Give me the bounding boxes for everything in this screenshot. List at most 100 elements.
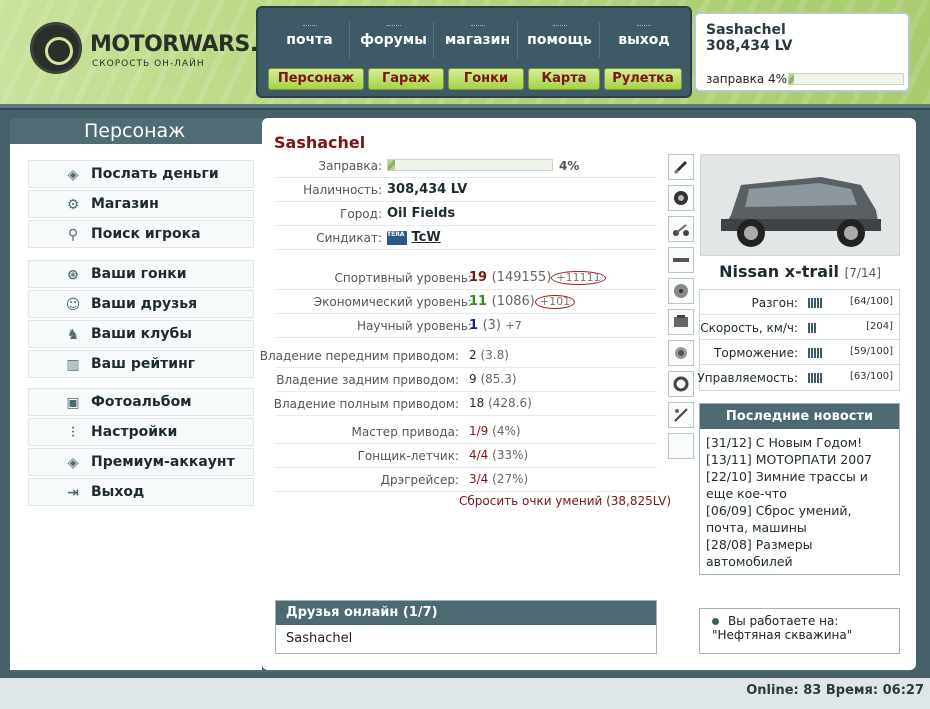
news-item[interactable]: [06/09] Сброс умений, почта, машины bbox=[700, 502, 899, 536]
exhaust-icon[interactable] bbox=[668, 247, 694, 273]
turbo-icon[interactable] bbox=[668, 340, 694, 366]
nav-map-button[interactable]: Карта bbox=[528, 68, 600, 90]
money-icon: ◈ bbox=[67, 167, 79, 183]
main-nav: почта форумы магазин помощь выход Персон… bbox=[256, 6, 692, 98]
clubs-icon: ♞ bbox=[66, 327, 80, 343]
electronics-icon[interactable] bbox=[668, 402, 694, 428]
user-fuel-label: заправка 4% bbox=[706, 72, 788, 86]
menu-send-money[interactable]: ◈ Послать деньги bbox=[28, 160, 254, 188]
nav-help[interactable]: помощь bbox=[520, 22, 600, 58]
user-name[interactable]: Sashachel bbox=[706, 22, 898, 38]
car-count: [7/14] bbox=[844, 266, 881, 280]
car-parts-column bbox=[668, 154, 694, 464]
fuel-bar bbox=[387, 159, 553, 171]
stat-level-bar bbox=[808, 347, 823, 358]
level-row-economy: Экономический уровень: 11 (1086) +101 bbox=[275, 290, 657, 314]
syndicate-badge: TERA WIN bbox=[387, 230, 420, 245]
fuel-percent: 4% bbox=[559, 159, 580, 173]
search-icon: ⚲ bbox=[67, 227, 79, 243]
nav-races-button[interactable]: Гонки bbox=[448, 68, 524, 90]
mastery-row-drag: Дрэгрейсер: 3/4 (27%) bbox=[275, 468, 657, 492]
friends-online-panel: Друзья онлайн (1/7) Sashachel bbox=[275, 600, 657, 654]
nav-forums[interactable]: форумы bbox=[354, 22, 434, 58]
news-title: Последние новости bbox=[700, 404, 899, 429]
camera-icon: ▣ bbox=[66, 395, 80, 411]
news-item[interactable]: [31/12] С Новым Годом! bbox=[700, 434, 899, 451]
menu-settings[interactable]: ⫶ Настройки bbox=[28, 418, 254, 446]
tire-icon[interactable] bbox=[668, 185, 694, 211]
user-fuel-bar bbox=[788, 73, 904, 85]
level-value: 11 bbox=[469, 294, 488, 309]
menu-group-account: ▣ Фотоальбом ⫶ Настройки ◈ Премиум-аккаунт … bbox=[28, 388, 254, 508]
level-row-science: Научный уровень: 1 (3) +7 bbox=[275, 314, 657, 338]
premium-icon: ◈ bbox=[67, 455, 79, 471]
car-stat-row: Разгон: [64/100] bbox=[700, 290, 899, 315]
level-bonus[interactable]: +101 bbox=[534, 295, 576, 309]
nav-roulette-button[interactable]: Рулетка bbox=[604, 68, 682, 90]
logo-tagline: СКОРОСТЬ ОН-ЛАЙН bbox=[92, 59, 205, 69]
drive-row-awd: Владение полным приводом: 18 (428.6) bbox=[274, 392, 657, 416]
brake-disc-icon[interactable] bbox=[668, 278, 694, 304]
menu-your-races[interactable]: ⊛ Ваши гонки bbox=[28, 260, 254, 288]
gearbox-icon[interactable] bbox=[668, 371, 694, 397]
profile-name: Sashachel bbox=[274, 133, 366, 152]
nav-mail[interactable]: почта bbox=[270, 22, 350, 58]
shock-absorber-icon[interactable] bbox=[668, 154, 694, 180]
city-value: Oil Fields bbox=[387, 206, 456, 221]
level-value: 1 bbox=[469, 318, 479, 333]
car-stats: Разгон: [64/100] Скорость, км/ч: [204] Т… bbox=[697, 289, 900, 391]
menu-your-rating[interactable]: ▥ Ваш рейтинг bbox=[28, 350, 254, 378]
menu-shop[interactable]: ⚙ Магазин bbox=[28, 190, 254, 218]
drive-row-front: Владение передним приводом: 2 (3.8) bbox=[260, 344, 657, 368]
syndicate-label: Синдикат: bbox=[316, 231, 382, 245]
rating-icon: ▥ bbox=[66, 357, 80, 373]
news-item[interactable]: [22/10] Зимние трассы и еще кое-что bbox=[700, 468, 899, 502]
job-place: "Нефтяная скважина" bbox=[712, 628, 853, 642]
empty-slot[interactable] bbox=[668, 433, 694, 459]
nav-garage-button[interactable]: Гараж bbox=[368, 68, 444, 90]
nav-character-button[interactable]: Персонаж bbox=[268, 68, 364, 90]
mastery-row-drive: Мастер привода: 1/9 (4%) bbox=[275, 420, 657, 444]
user-summary: Sashachel 308,434 LV заправка 4% bbox=[694, 12, 910, 92]
menu-group-social: ⊛ Ваши гонки ☺ Ваши друзья ♞ Ваши клубы ▥ Ва… bbox=[28, 260, 254, 380]
menu-your-friends[interactable]: ☺ Ваши друзья bbox=[28, 290, 254, 318]
settings-icon: ⫶ bbox=[71, 425, 75, 441]
stat-level-bar bbox=[808, 297, 823, 308]
city-row: Город: Oil Fields bbox=[275, 202, 657, 226]
suspension-icon[interactable] bbox=[668, 216, 694, 242]
menu-premium[interactable]: ◈ Премиум-аккаунт bbox=[28, 448, 254, 476]
exit-icon: ⇥ bbox=[67, 485, 79, 501]
level-bonus[interactable]: +11111 bbox=[551, 271, 606, 285]
fuel-row: Заправка: 4% bbox=[275, 154, 657, 178]
left-panel-title: Персонаж bbox=[84, 120, 186, 142]
cash-row: Наличность: 308,434 LV bbox=[275, 178, 657, 202]
nav-exit[interactable]: выход bbox=[604, 22, 684, 58]
footer: Online: 83 Время: 06:27 bbox=[0, 678, 930, 709]
site-logo[interactable]: MOTORWARS.RU СКОРОСТЬ ОН-ЛАЙН bbox=[30, 22, 292, 74]
menu-photo-album[interactable]: ▣ Фотоальбом bbox=[28, 388, 254, 416]
syndicate-link[interactable]: TcW bbox=[412, 230, 441, 245]
logo-emblem-icon bbox=[30, 22, 82, 74]
car-name[interactable]: Nissan x-trail [7/14] bbox=[700, 262, 900, 281]
menu-your-clubs[interactable]: ♞ Ваши клубы bbox=[28, 320, 254, 348]
user-balance: 308,434 LV bbox=[706, 38, 793, 54]
news-item[interactable]: [28/08] Размеры автомобилей bbox=[700, 536, 899, 570]
news-item[interactable]: [13/11] МОТОРПАТИ 2007 bbox=[700, 451, 899, 468]
engine-icon[interactable] bbox=[668, 309, 694, 335]
stat-level-bar bbox=[808, 322, 817, 333]
cash-value: 308,434 LV bbox=[387, 182, 468, 197]
job-label: Вы работаете на: bbox=[712, 614, 887, 628]
friends-icon: ☺ bbox=[65, 297, 81, 313]
stat-level-bar bbox=[808, 372, 823, 383]
level-row-sport: Спортивный уровень: 19 (149155) +11111 bbox=[275, 266, 657, 290]
nav-shop[interactable]: магазин bbox=[438, 22, 518, 58]
menu-logout[interactable]: ⇥ Выход bbox=[28, 478, 254, 506]
left-menu-panel: ◈ Послать деньги ⚙ Магазин ⚲ Поиск игрока ⊛… bbox=[10, 144, 262, 670]
fuel-label: Заправка: bbox=[318, 159, 382, 173]
menu-search-player[interactable]: ⚲ Поиск игрока bbox=[28, 220, 254, 248]
online-status: Online: 83 Время: 06:27 bbox=[746, 683, 924, 698]
syndicate-row: Синдикат: TERA WIN TcW bbox=[275, 226, 657, 250]
reset-skills-link[interactable]: Сбросить очки умений (38,825LV) bbox=[459, 494, 671, 508]
mastery-row-flyer: Гонщик-летчик: 4/4 (33%) bbox=[275, 444, 657, 468]
friend-item[interactable]: Sashachel bbox=[276, 625, 656, 652]
